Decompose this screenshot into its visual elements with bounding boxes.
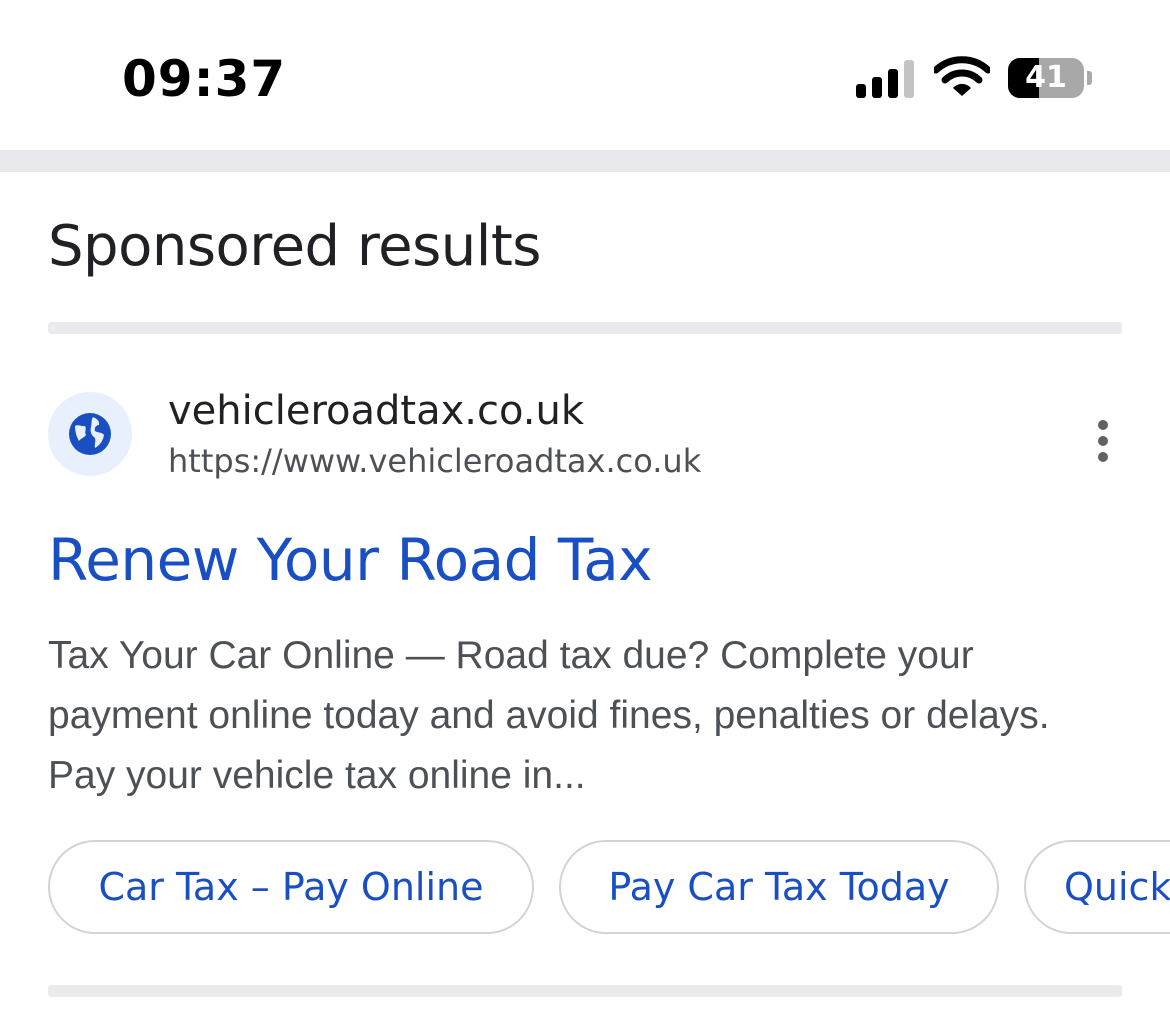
battery-nub <box>1087 71 1092 85</box>
cellular-signal-icon <box>856 58 916 98</box>
battery-icon: 41 <box>1008 58 1084 98</box>
globe-icon <box>69 413 111 455</box>
status-time: 09:37 <box>122 50 287 108</box>
sitelink-chip[interactable]: Pay Car Tax Today <box>559 840 999 934</box>
section-divider <box>48 322 1122 334</box>
sitelink-chip[interactable]: Car Tax – Pay Online <box>48 840 534 934</box>
status-bar: 09:37 41 <box>0 0 1170 150</box>
ad-title-link[interactable]: Renew Your Road Tax <box>48 526 653 594</box>
top-divider <box>0 150 1170 172</box>
battery-level: 41 <box>1025 60 1067 95</box>
wifi-icon <box>934 56 990 96</box>
section-title: Sponsored results <box>48 214 541 279</box>
sitelink-chip[interactable]: Quick <box>1024 840 1170 934</box>
sitelinks-row: Car Tax – Pay Online Pay Car Tax Today Q… <box>48 840 1170 940</box>
site-name[interactable]: vehicleroadtax.co.uk <box>168 388 584 434</box>
result-divider <box>48 985 1122 997</box>
more-options-icon[interactable] <box>1090 418 1118 464</box>
ad-description: Tax Your Car Online — Road tax due? Comp… <box>48 634 1050 797</box>
site-url[interactable]: https://www.vehicleroadtax.co.uk <box>168 442 701 480</box>
site-favicon[interactable] <box>48 392 132 476</box>
